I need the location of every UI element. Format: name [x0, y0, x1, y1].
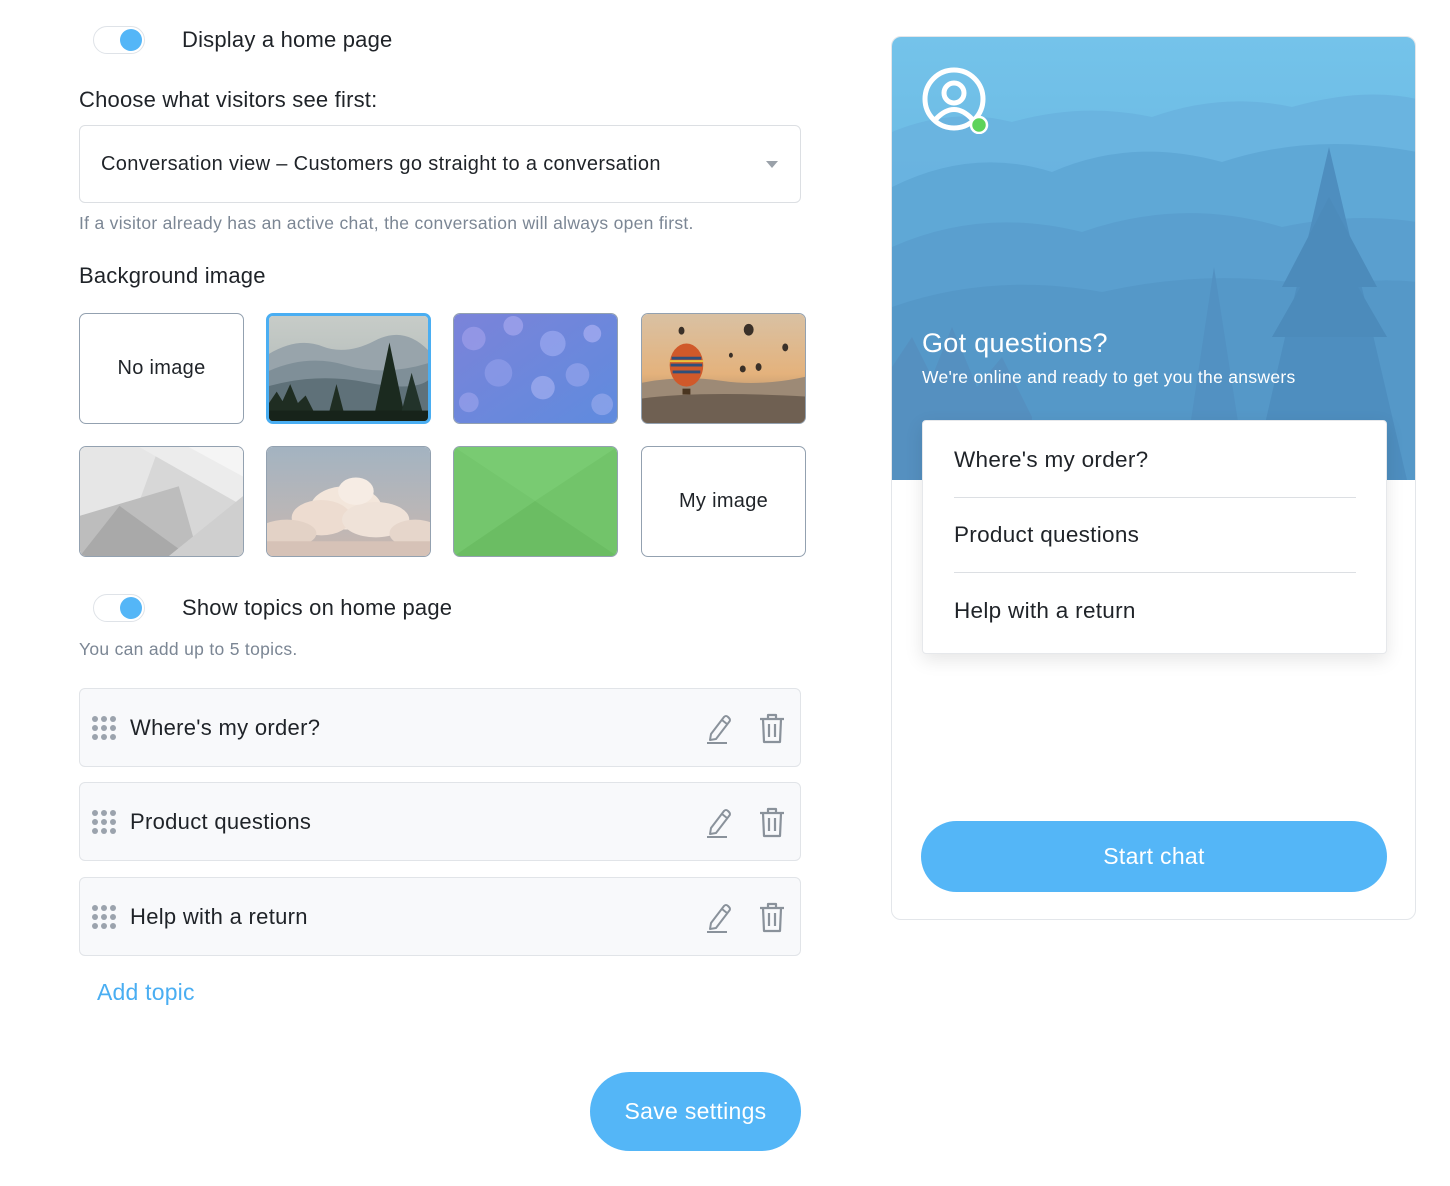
topic-label: Where's my order?	[130, 714, 321, 740]
clouds-image	[267, 447, 430, 556]
background-option-mountains[interactable]	[266, 313, 431, 424]
start-chat-button[interactable]: Start chat	[921, 821, 1387, 892]
first-view-select-value: Conversation view – Customers go straigh…	[101, 152, 661, 175]
add-topic-link[interactable]: Add topic	[97, 979, 195, 1006]
grey-abstract-image	[80, 447, 243, 556]
first-view-hint: If a visitor already has an active chat,…	[79, 213, 694, 233]
background-image-label: Background image	[79, 263, 266, 288]
drag-handle-icon[interactable]	[92, 904, 116, 929]
background-option-my-image[interactable]: My image	[641, 446, 806, 557]
first-view-label: Choose what visitors see first:	[79, 87, 378, 112]
topics-toggle-row: Show topics on home page	[93, 594, 452, 622]
online-status-dot	[969, 115, 989, 135]
topic-label: Help with a return	[130, 903, 308, 929]
show-topics-toggle-label: Show topics on home page	[182, 595, 453, 620]
preview-topic-item[interactable]: Help with a return	[954, 573, 1356, 648]
mountains-image	[269, 316, 428, 421]
agent-avatar	[921, 66, 989, 135]
topic-label: Product questions	[130, 808, 312, 834]
toggle-knob	[120, 597, 142, 619]
drag-handle-icon[interactable]	[92, 715, 116, 740]
home-page-toggle[interactable]	[93, 26, 145, 54]
pencil-icon[interactable]	[704, 805, 734, 839]
background-option-grey-abstract[interactable]	[79, 446, 244, 557]
bokeh-image	[454, 314, 617, 423]
preview-title: Got questions?	[922, 328, 1108, 358]
topic-row: Help with a return	[79, 877, 801, 956]
background-option-label: My image	[678, 490, 769, 512]
toggle-knob	[120, 29, 142, 51]
home-page-toggle-row: Display a home page	[93, 26, 392, 54]
background-option-label: No image	[117, 357, 206, 379]
pencil-icon[interactable]	[704, 900, 734, 934]
topics-limit-hint: You can add up to 5 topics.	[79, 639, 298, 659]
drag-handle-icon[interactable]	[92, 809, 116, 834]
preview-subtitle: We're online and ready to get you the an…	[922, 367, 1296, 387]
widget-preview: Got questions? We're online and ready to…	[891, 36, 1416, 920]
green-image	[454, 447, 617, 556]
first-view-select[interactable]: Conversation view – Customers go straigh…	[79, 125, 801, 203]
background-option-balloons[interactable]	[641, 313, 806, 424]
topic-row: Product questions	[79, 782, 801, 861]
background-option-green[interactable]	[453, 446, 618, 557]
save-settings-button[interactable]: Save settings	[590, 1072, 801, 1151]
trash-icon[interactable]	[757, 805, 787, 839]
trash-icon[interactable]	[757, 900, 787, 934]
show-topics-toggle[interactable]	[93, 594, 145, 622]
background-option-clouds[interactable]	[266, 446, 431, 557]
home-page-toggle-label: Display a home page	[182, 27, 393, 52]
pencil-icon[interactable]	[704, 711, 734, 745]
trash-icon[interactable]	[757, 711, 787, 745]
background-option-bokeh[interactable]	[453, 313, 618, 424]
preview-topic-item[interactable]: Product questions	[954, 498, 1356, 573]
balloons-image	[642, 314, 805, 423]
background-option-no-image[interactable]: No image	[79, 313, 244, 424]
preview-topic-item[interactable]: Where's my order?	[954, 423, 1356, 498]
topic-row: Where's my order?	[79, 688, 801, 767]
preview-topics-card: Where's my order? Product questions Help…	[922, 420, 1387, 654]
chevron-down-icon	[766, 161, 778, 168]
